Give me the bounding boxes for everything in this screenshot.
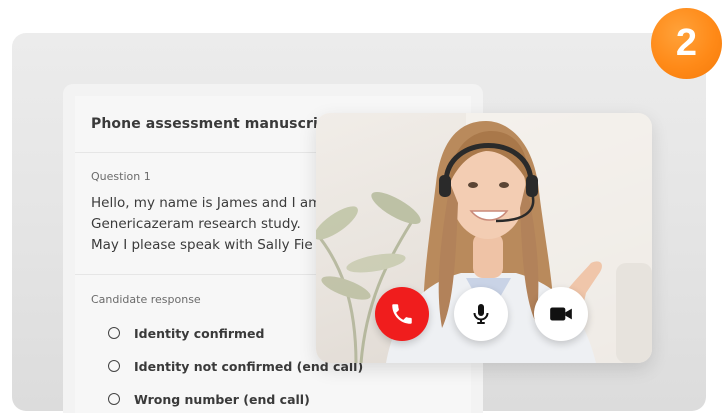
candidate-response-label: Candidate response: [91, 293, 201, 306]
phone-hangup-icon: [392, 304, 412, 324]
microphone-icon: [473, 304, 489, 324]
step-number-badge: 2: [651, 8, 722, 79]
end-call-button[interactable]: [375, 287, 429, 341]
option-wrong-number[interactable]: Wrong number (end call): [108, 390, 310, 408]
option-identity-confirmed[interactable]: Identity confirmed: [108, 324, 265, 342]
radio-button[interactable]: [108, 327, 120, 339]
question-label: Question 1: [91, 170, 151, 183]
video-call-window: [316, 113, 652, 363]
option-label: Wrong number (end call): [134, 391, 310, 407]
toggle-camera-button[interactable]: [534, 287, 588, 341]
option-label: Identity confirmed: [134, 325, 265, 341]
video-camera-icon: [550, 307, 572, 321]
radio-button[interactable]: [108, 360, 120, 372]
manuscript-title: Phone assessment manuscript: [91, 116, 335, 132]
radio-button[interactable]: [108, 393, 120, 405]
mute-microphone-button[interactable]: [454, 287, 508, 341]
